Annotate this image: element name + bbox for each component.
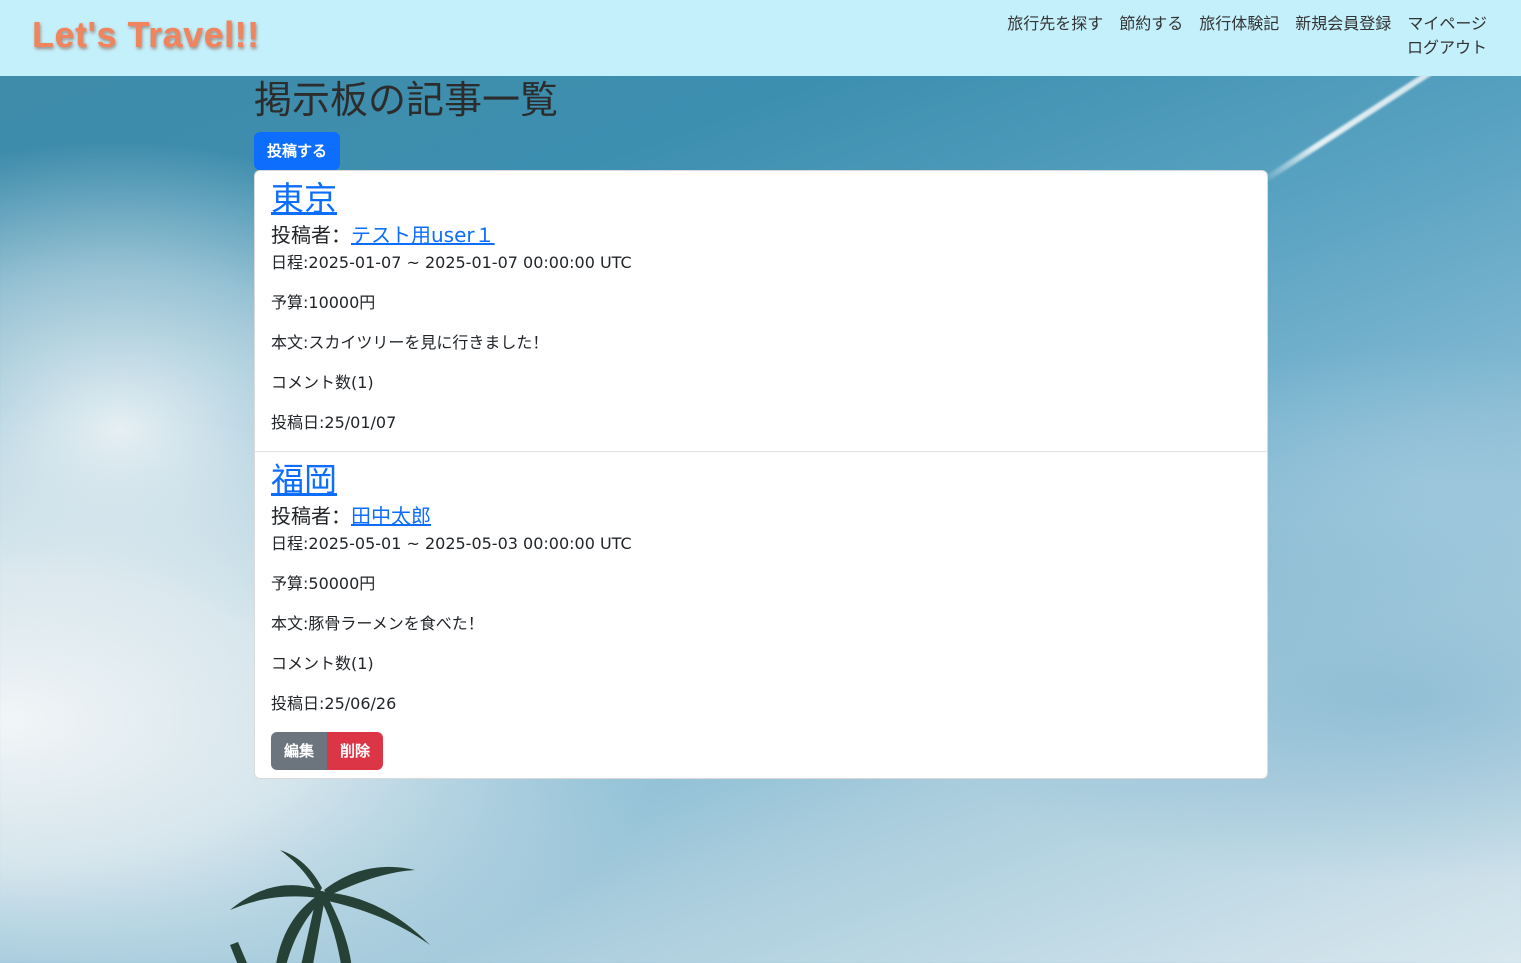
nav-my-page[interactable]: マイページ	[1407, 14, 1487, 34]
palm-tree-decoration	[230, 850, 430, 963]
post-body: 本文:スカイツリーを見に行きました！	[271, 333, 549, 352]
post-budget: 予算:50000円	[271, 574, 376, 593]
new-post-button[interactable]: 投稿する	[254, 132, 341, 170]
nav-sign-up[interactable]: 新規会員登録	[1295, 14, 1391, 34]
nav-logout[interactable]: ログアウト	[1407, 38, 1487, 58]
nav-save-money[interactable]: 節約する	[1119, 14, 1183, 34]
edit-button[interactable]: 編集	[271, 732, 328, 770]
post-date: 投稿日:25/01/07	[271, 413, 397, 432]
nav-travel-stories[interactable]: 旅行体験記	[1199, 14, 1279, 34]
nav-links: 旅行先を探す 節約する 旅行体験記 新規会員登録 マイページ ログアウト	[987, 14, 1487, 58]
post-title-link[interactable]: 東京	[271, 179, 337, 219]
post-body: 本文:豚骨ラーメンを食べた！	[271, 614, 484, 633]
author-link[interactable]: テスト用user１	[351, 223, 495, 247]
post-schedule: 日程:2025-01-07 ~ 2025-01-07 00:00:00 UTC	[271, 253, 632, 272]
post-author-row: 投稿者：田中太郎	[271, 502, 1251, 530]
post-comment-count: コメント数(1)	[271, 654, 374, 673]
delete-button[interactable]: 削除	[327, 732, 384, 770]
nav-find-destination[interactable]: 旅行先を探す	[1007, 14, 1103, 34]
post-list: 東京 投稿者：テスト用user１ 日程:2025-01-07 ~ 2025-01…	[254, 170, 1268, 779]
author-prefix: 投稿者：	[271, 504, 351, 528]
brand-logo[interactable]: Let's Travel!!	[32, 14, 260, 56]
author-link[interactable]: 田中太郎	[351, 504, 431, 528]
post-item: 東京 投稿者：テスト用user１ 日程:2025-01-07 ~ 2025-01…	[255, 171, 1267, 451]
page-title: 掲示板の記事一覧	[254, 78, 559, 122]
post-comment-count: コメント数(1)	[271, 373, 374, 392]
post-title-link[interactable]: 福岡	[271, 460, 337, 500]
post-budget: 予算:10000円	[271, 293, 376, 312]
top-navbar: Let's Travel!! 旅行先を探す 節約する 旅行体験記 新規会員登録 …	[0, 0, 1521, 76]
post-date: 投稿日:25/06/26	[271, 694, 397, 713]
post-item: 福岡 投稿者：田中太郎 日程:2025-05-01 ~ 2025-05-03 0…	[255, 451, 1267, 778]
post-author-row: 投稿者：テスト用user１	[271, 221, 1251, 249]
post-schedule: 日程:2025-05-01 ~ 2025-05-03 00:00:00 UTC	[271, 534, 632, 553]
post-actions: 編集 削除	[271, 732, 1251, 770]
main-content: 掲示板の記事一覧 投稿する 東京 投稿者：テスト用user１ 日程:2025-0…	[254, 76, 1268, 779]
author-prefix: 投稿者：	[271, 223, 351, 247]
